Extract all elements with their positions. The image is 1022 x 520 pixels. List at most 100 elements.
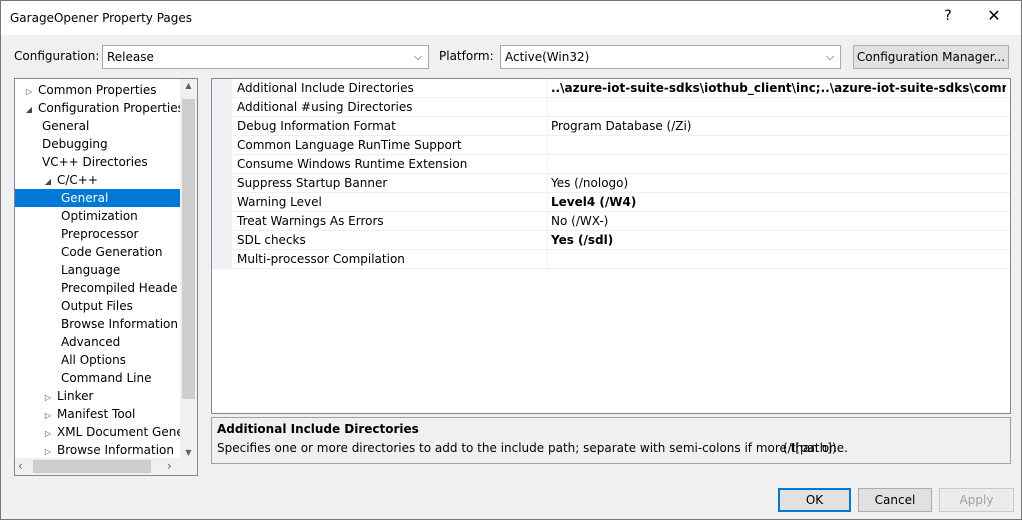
property-row[interactable]: Multi-processor Compilation: [212, 250, 1010, 269]
tree-item[interactable]: Command Line: [15, 369, 181, 387]
expand-arrow-icon[interactable]: ▷: [42, 389, 54, 405]
cancel-button[interactable]: Cancel: [858, 488, 932, 512]
scroll-left-icon[interactable]: ‹: [18, 459, 23, 473]
tree-horizontal-scrollbar[interactable]: ‹ ›: [15, 458, 197, 475]
help-button[interactable]: ?: [933, 5, 963, 27]
tree-item[interactable]: General: [15, 189, 181, 207]
close-button[interactable]: ✕: [979, 5, 1009, 27]
tree-item[interactable]: Preprocessor: [15, 225, 181, 243]
tree-item[interactable]: Precompiled Heade: [15, 279, 181, 297]
tree-item-label: Debugging: [42, 137, 108, 151]
property-row[interactable]: Additional #using Directories: [212, 98, 1010, 117]
expand-arrow-icon[interactable]: ▷: [42, 443, 54, 459]
description-title: Additional Include Directories: [217, 422, 419, 436]
column-divider: [547, 250, 548, 269]
property-name: Multi-processor Compilation: [237, 252, 405, 266]
row-gutter: [212, 231, 232, 250]
tree-item-label: Language: [61, 263, 121, 277]
property-name: Additional Include Directories: [237, 81, 414, 95]
property-name: SDL checks: [237, 233, 306, 247]
scroll-right-icon[interactable]: ›: [167, 459, 172, 473]
scroll-thumb[interactable]: [182, 99, 195, 399]
property-grid[interactable]: Additional Include Directories ..\azure-i…: [211, 78, 1011, 414]
tree-item[interactable]: Optimization: [15, 207, 181, 225]
tree-item[interactable]: Output Files: [15, 297, 181, 315]
tree-item[interactable]: ◢ C/C++: [15, 171, 181, 189]
property-name: Warning Level: [237, 195, 322, 209]
property-row[interactable]: Warning Level Level4 (/W4): [212, 193, 1010, 212]
tree-item[interactable]: VC++ Directories: [15, 153, 181, 171]
configuration-manager-button[interactable]: Configuration Manager...: [853, 45, 1009, 69]
description-panel: Additional Include Directories Specifies…: [211, 417, 1011, 464]
property-name: Additional #using Directories: [237, 100, 413, 114]
tree-item[interactable]: ▷ Common Properties: [15, 81, 181, 99]
tree-item[interactable]: ◢ Configuration Properties: [15, 99, 181, 117]
expand-arrow-icon[interactable]: ▷: [42, 425, 54, 441]
apply-button[interactable]: Apply: [939, 488, 1014, 512]
row-gutter: [212, 174, 232, 193]
property-name: Suppress Startup Banner: [237, 176, 388, 190]
tree-item[interactable]: All Options: [15, 351, 181, 369]
property-pages-dialog: GarageOpener Property Pages ? ✕ Configur…: [0, 0, 1022, 520]
tree-item[interactable]: General: [15, 117, 181, 135]
tree-item-label: Preprocessor: [61, 227, 139, 241]
tree-item-label: Configuration Properties: [38, 101, 181, 115]
collapse-arrow-icon[interactable]: ◢: [42, 173, 54, 189]
configuration-label: Configuration:: [14, 49, 100, 63]
tree-item-label: Manifest Tool: [57, 407, 136, 421]
property-row[interactable]: Treat Warnings As Errors No (/WX-): [212, 212, 1010, 231]
property-row[interactable]: Consume Windows Runtime Extension: [212, 155, 1010, 174]
tree-item-label: Browse Information: [57, 443, 174, 457]
chevron-down-icon: ⌵: [825, 50, 835, 63]
property-value[interactable]: Yes (/nologo): [551, 174, 1006, 192]
tree-item-label: C/C++: [57, 173, 98, 187]
tree-item-label: Linker: [57, 389, 94, 403]
tree-item[interactable]: Debugging: [15, 135, 181, 153]
platform-dropdown[interactable]: Active(Win32) ⌵: [500, 45, 841, 69]
row-gutter: [212, 79, 232, 98]
tree-item[interactable]: ▷ Manifest Tool: [15, 405, 181, 423]
tree-item-label: General: [42, 119, 90, 133]
expand-arrow-icon[interactable]: ▷: [23, 83, 35, 99]
tree-item[interactable]: ▷ Linker: [15, 387, 181, 405]
tree-item[interactable]: Code Generation: [15, 243, 181, 261]
tree-vertical-scrollbar[interactable]: ▲ ▼: [180, 79, 197, 459]
column-divider: [547, 136, 548, 155]
property-name: Debug Information Format: [237, 119, 396, 133]
property-value[interactable]: Program Database (/Zi): [551, 117, 1006, 135]
property-value[interactable]: Level4 (/W4): [551, 193, 1006, 211]
column-divider: [547, 212, 548, 231]
property-name: Common Language RunTime Support: [237, 138, 462, 152]
property-name: Treat Warnings As Errors: [237, 214, 384, 228]
tree-item-label: Browse Information: [61, 317, 178, 331]
tree-item[interactable]: Advanced: [15, 333, 181, 351]
property-tree[interactable]: ▷ Common Properties ◢ Configuration Propert…: [14, 78, 198, 476]
tree-item-label: VC++ Directories: [42, 155, 148, 169]
property-row[interactable]: SDL checks Yes (/sdl): [212, 231, 1010, 250]
property-value[interactable]: Yes (/sdl): [551, 231, 1006, 249]
column-divider: [547, 231, 548, 250]
tree-item[interactable]: ▷XML Document Genera: [15, 423, 181, 441]
tree-item[interactable]: Language: [15, 261, 181, 279]
row-gutter: [212, 250, 232, 269]
property-value[interactable]: ..\azure-iot-suite-sdks\iothub_client\in…: [551, 79, 1006, 97]
property-row[interactable]: Additional Include Directories ..\azure-i…: [212, 79, 1010, 98]
property-row[interactable]: Debug Information Format Program Database…: [212, 117, 1010, 136]
collapse-arrow-icon[interactable]: ◢: [23, 101, 35, 117]
scroll-up-icon[interactable]: ▲: [180, 81, 197, 90]
chevron-down-icon: ⌵: [413, 50, 423, 63]
property-row[interactable]: Suppress Startup Banner Yes (/nologo): [212, 174, 1010, 193]
description-switch: (/I[path]): [783, 441, 837, 455]
ok-button[interactable]: OK: [778, 488, 851, 512]
tree-item[interactable]: Browse Information: [15, 315, 181, 333]
property-row[interactable]: Common Language RunTime Support: [212, 136, 1010, 155]
configuration-dropdown[interactable]: Release ⌵: [102, 45, 429, 69]
scroll-thumb[interactable]: [33, 460, 151, 473]
expand-arrow-icon[interactable]: ▷: [42, 407, 54, 423]
scroll-down-icon[interactable]: ▼: [180, 448, 197, 457]
tree-item-label: Optimization: [61, 209, 138, 223]
tree-item-label: Command Line: [61, 371, 152, 385]
column-divider: [547, 155, 548, 174]
tree-item[interactable]: ▷ Browse Information: [15, 441, 181, 459]
property-value[interactable]: No (/WX-): [551, 212, 1006, 230]
